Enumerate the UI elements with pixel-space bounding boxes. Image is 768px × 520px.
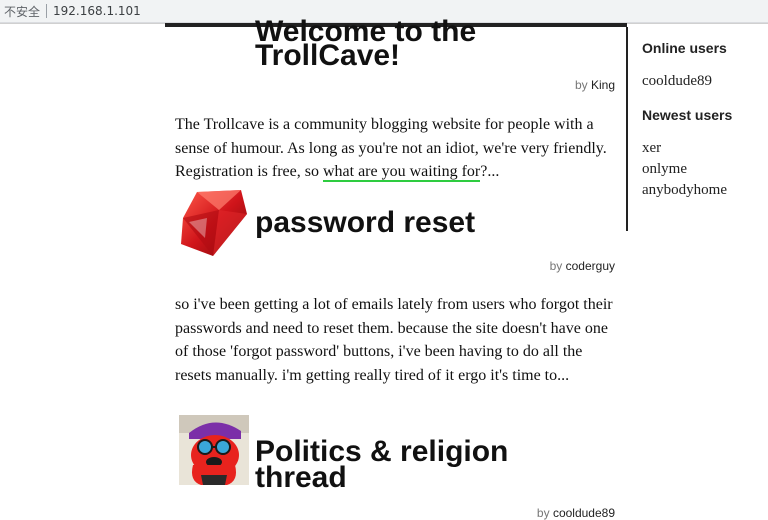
address-divider <box>46 4 48 18</box>
sidebar: Online users cooldude89 Newest users xer… <box>626 27 768 231</box>
byline-prefix: by <box>536 506 550 520</box>
post-title-politics[interactable]: Politics & religion thread <box>255 437 585 493</box>
byline-prefix: by <box>574 78 588 92</box>
online-users-heading: Online users <box>642 40 727 56</box>
post-byline: by coderguy <box>550 259 615 273</box>
user-link[interactable]: onlyme <box>642 159 727 180</box>
security-indicator[interactable]: 不安全 <box>0 3 46 20</box>
excerpt-tail: ?... <box>480 163 500 180</box>
newest-users-heading: Newest users <box>642 107 733 123</box>
online-users-list: cooldude89 <box>642 71 712 92</box>
user-link[interactable]: xer <box>642 138 727 159</box>
author-link[interactable]: cooldude89 <box>553 506 615 520</box>
post-header: Politics & religion thread <box>175 415 615 493</box>
author-link[interactable]: King <box>591 78 615 92</box>
post-title-welcome[interactable]: Welcome to the TrollCave! <box>255 17 615 71</box>
register-link[interactable]: what are you waiting for <box>322 163 481 182</box>
cartoon-avatar-icon[interactable] <box>179 415 249 485</box>
post-excerpt: so i've been getting a lot of emails lat… <box>175 296 613 384</box>
post-title-password-reset[interactable]: password reset <box>255 208 475 238</box>
post-byline: by cooldude89 <box>537 506 615 520</box>
user-link[interactable]: cooldude89 <box>642 71 712 92</box>
url-text[interactable]: 192.168.1.101 <box>53 4 141 18</box>
post-header: password reset <box>175 188 615 260</box>
newest-users-list: xer onlyme anybodyhome <box>642 138 727 201</box>
post-excerpt: The Trollcave is a community blogging we… <box>175 113 615 184</box>
byline-prefix: by <box>549 259 563 273</box>
ruby-gem-icon[interactable] <box>179 188 249 258</box>
user-link[interactable]: anybodyhome <box>642 180 727 201</box>
post-byline: by King <box>575 78 615 92</box>
author-link[interactable]: coderguy <box>566 259 615 273</box>
